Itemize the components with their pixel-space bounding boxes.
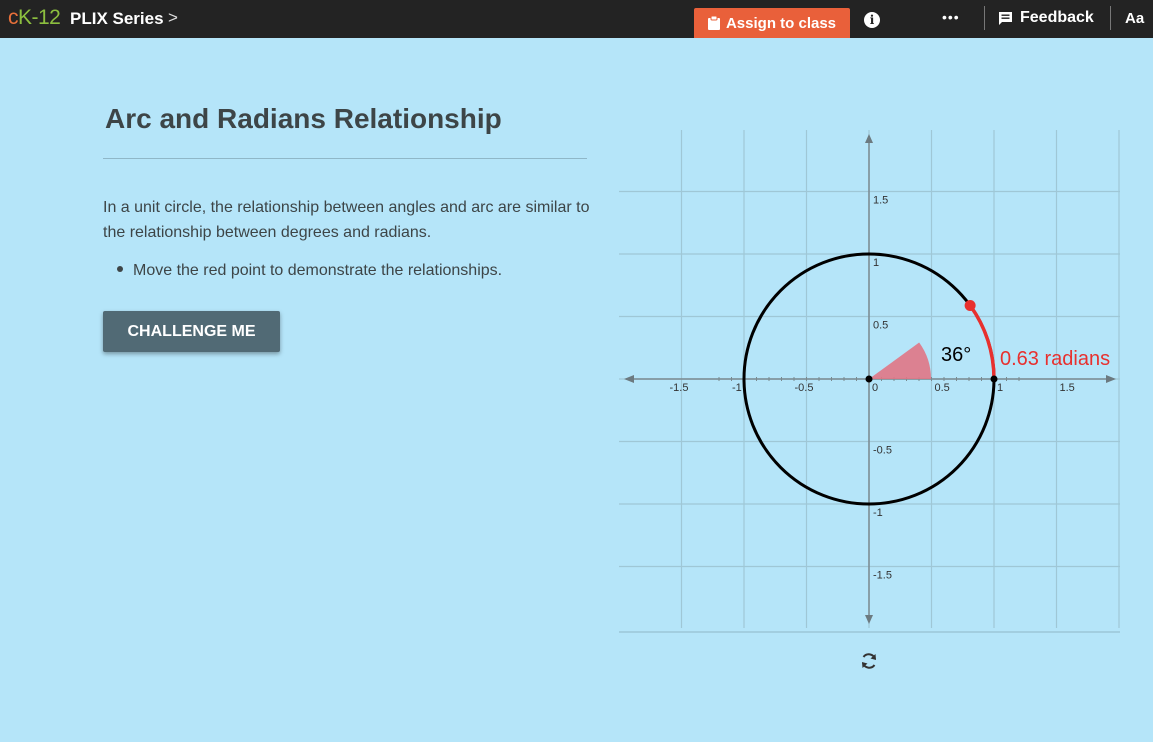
y-tick-label: -0.5 [873, 445, 892, 457]
origin-point [865, 375, 873, 383]
x-tick-label: 0 [872, 382, 878, 394]
draggable-red-point[interactable] [964, 300, 976, 312]
y-tick-label: -1 [873, 507, 883, 519]
y-tick-label: 1.5 [873, 195, 888, 207]
x-tick-label: -0.5 [795, 382, 814, 394]
x-tick-label: -1 [732, 382, 742, 394]
angle-degree-label: 36° [941, 344, 971, 366]
y-tick-label: -1.5 [873, 570, 892, 582]
angle-sector [869, 342, 931, 379]
x-tick-label: -1.5 [670, 382, 689, 394]
y-tick-label: 0.5 [873, 320, 888, 332]
y-tick-label: 1 [873, 257, 879, 269]
reset-icon[interactable] [859, 651, 879, 671]
x-tick-label: 1.5 [1060, 382, 1075, 394]
reference-point [990, 375, 998, 383]
radians-label: 0.63 radians [1000, 348, 1110, 370]
x-tick-label: 0.5 [935, 382, 950, 394]
x-tick-label: 1 [997, 382, 1003, 394]
x-axis-labels: -1.5 -1 -0.5 0 0.5 1 1.5 [670, 382, 1075, 394]
unit-circle-graph[interactable]: -1.5 -1 -0.5 0 0.5 1 1.5 1.5 1 0.5 -0.5 -1 -1.5 36°… [0, 0, 1153, 742]
